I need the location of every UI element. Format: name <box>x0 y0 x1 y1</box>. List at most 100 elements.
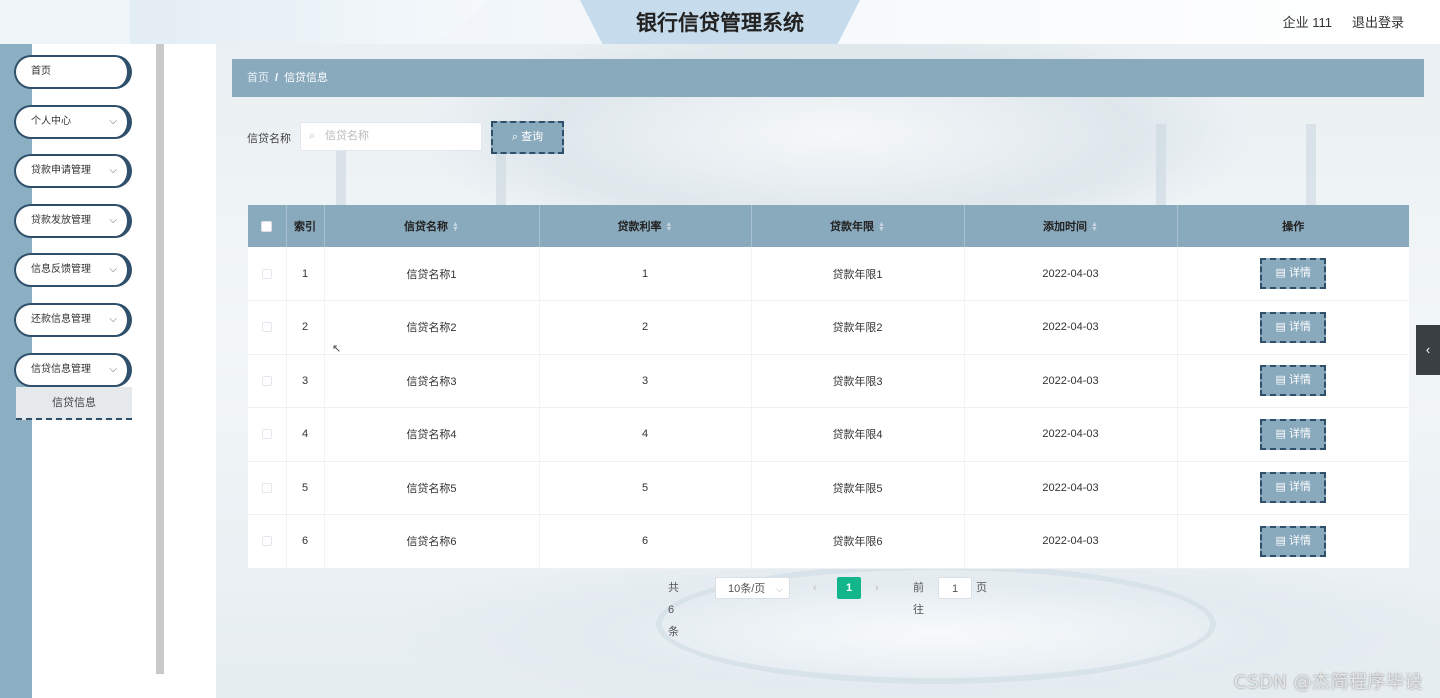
select-all-checkbox[interactable] <box>248 205 287 247</box>
cell-index: 2 <box>286 300 325 355</box>
cell-name: 信贷名称4 <box>324 407 540 462</box>
chevron-down-icon: ⌵ <box>776 584 783 594</box>
search-icon: ⌕ <box>511 131 519 143</box>
mouse-cursor-icon: ↖ <box>332 343 342 355</box>
detail-button[interactable]: ▤ 详情 <box>1260 258 1327 289</box>
pagination-total: 共 6 条 <box>668 582 679 638</box>
sidebar-item-credit-info[interactable]: 信贷信息管理 ⌵ <box>14 352 132 387</box>
sidebar-item-feedback[interactable]: 信息反馈管理 ⌵ <box>14 253 132 288</box>
sidebar-item-loan-application[interactable]: 贷款申请管理 ⌵ <box>14 154 132 189</box>
chevron-down-icon: ⌵ <box>109 214 117 226</box>
detail-button-label: 详情 <box>1288 374 1311 387</box>
column-header-label: 贷款利率 <box>617 221 662 233</box>
cell-term: 贷款年限2 <box>751 300 965 355</box>
sidebar-item-loan-disbursement[interactable]: 贷款发放管理 ⌵ <box>14 203 132 238</box>
column-header-name[interactable]: 信贷名称 ▲ ▼ <box>324 205 540 247</box>
sidebar-menu: 首页 个人中心 ⌵ 贷款申请管理 ⌵ 贷款发放管理 ⌵ 信息反馈管理 ⌵ 还款信… <box>14 55 132 402</box>
cell-actions: ▤ 详情 <box>1177 300 1409 355</box>
collapse-panel-button[interactable]: ‹ <box>1416 325 1440 375</box>
credit-table: 索引 信贷名称 ▲ ▼ 贷款利率 ▲ ▼ 贷款年限 ▲ ▼ 添加时间 ▲ ▼ 操作 1 信贷名称… <box>248 205 1409 569</box>
detail-button[interactable]: ▤ 详情 <box>1260 418 1327 450</box>
cell-date: 2022-04-03 <box>964 300 1178 355</box>
cell-index: 1 <box>286 247 325 301</box>
cell-name: 信贷名称2 <box>324 300 540 355</box>
cell-date: 2022-04-03 <box>964 461 1178 515</box>
cell-rate: 5 <box>539 461 752 515</box>
row-checkbox[interactable] <box>248 461 287 515</box>
sort-icon[interactable]: ▲ ▼ <box>1091 221 1098 233</box>
logout-link[interactable]: 退出登录 <box>1352 12 1404 31</box>
document-icon: ▤ <box>1275 481 1286 494</box>
detail-button[interactable]: ▤ 详情 <box>1260 311 1327 343</box>
detail-button[interactable]: ▤ 详情 <box>1260 472 1327 504</box>
sidebar-subitem-credit-info[interactable]: 信贷信息 <box>16 387 132 420</box>
sidebar-item-home[interactable]: 首页 <box>14 55 132 89</box>
page-size-value: 10条/页 <box>728 583 766 595</box>
search-label: 信贷名称 <box>247 133 291 145</box>
column-header-actions: 操作 <box>1282 221 1305 233</box>
cell-index: 4 <box>286 407 325 462</box>
watermark: CSDN @杰简程序毕设 <box>1234 672 1424 693</box>
cell-index: 5 <box>286 461 325 515</box>
column-header-rate[interactable]: 贷款利率 ▲ ▼ <box>539 205 752 247</box>
table-row: 2 信贷名称2 2 贷款年限2 2022-04-03 ▤ 详情 <box>248 300 1409 355</box>
detail-button[interactable]: ▤ 详情 <box>1260 365 1327 397</box>
column-header-term[interactable]: 贷款年限 ▲ ▼ <box>751 205 965 247</box>
sort-icon[interactable]: ▲ ▼ <box>666 221 673 233</box>
cell-date: 2022-04-03 <box>964 247 1178 301</box>
cell-name: 信贷名称5 <box>324 461 540 515</box>
table-row: 3 信贷名称3 3 贷款年限3 2022-04-03 ▤ 详情 <box>248 354 1409 408</box>
detail-button[interactable]: ▤ 详情 <box>1260 525 1327 557</box>
sidebar-item-repayment[interactable]: 还款信息管理 ⌵ <box>14 302 132 337</box>
table-row: 5 信贷名称5 5 贷款年限5 2022-04-03 ▤ 详情 <box>248 461 1409 515</box>
row-checkbox[interactable] <box>248 300 287 355</box>
cell-rate: 1 <box>539 247 752 301</box>
goto-page-input[interactable]: 1 <box>938 577 972 599</box>
next-page-button[interactable]: › <box>875 577 879 599</box>
cell-date: 2022-04-03 <box>964 514 1178 569</box>
search-input[interactable]: ⌕ 信贷名称 <box>300 122 482 151</box>
chevron-down-icon: ⌵ <box>109 115 117 127</box>
sort-icon[interactable]: ▲ ▼ <box>878 221 885 233</box>
breadcrumb-home[interactable]: 首页 <box>247 72 269 84</box>
detail-button-label: 详情 <box>1288 267 1311 279</box>
current-page[interactable]: 1 <box>837 577 861 599</box>
page-size-select[interactable]: 10条/页 ⌵ <box>715 577 790 599</box>
breadcrumb-separator: / <box>275 72 279 84</box>
row-checkbox[interactable] <box>248 407 287 462</box>
table-header-row: 索引 信贷名称 ▲ ▼ 贷款利率 ▲ ▼ 贷款年限 ▲ ▼ 添加时间 ▲ ▼ 操作 <box>248 205 1409 247</box>
query-button-label: 查询 <box>521 131 544 143</box>
sidebar-item-label: 信贷信息管理 <box>31 363 91 375</box>
app-title: 银行信贷管理系统 <box>636 11 804 35</box>
cell-actions: ▤ 详情 <box>1177 514 1409 569</box>
detail-button-label: 详情 <box>1288 427 1311 440</box>
row-checkbox[interactable] <box>248 247 287 301</box>
row-checkbox[interactable] <box>248 354 287 408</box>
sort-icon[interactable]: ▲ ▼ <box>452 221 459 233</box>
cell-name: 信贷名称3 <box>324 354 540 408</box>
column-header-date[interactable]: 添加时间 ▲ ▼ <box>964 205 1178 247</box>
cell-actions: ▤ 详情 <box>1177 354 1409 408</box>
column-header-label: 添加时间 <box>1043 221 1088 233</box>
sidebar-item-label: 首页 <box>31 66 51 77</box>
breadcrumb-current: 信贷信息 <box>284 72 329 84</box>
query-button[interactable]: ⌕ 查询 <box>491 121 564 154</box>
column-header-label: 贷款年限 <box>830 221 875 233</box>
table-row: 1 信贷名称1 1 贷款年限1 2022-04-03 ▤ 详情 <box>248 247 1409 301</box>
document-icon: ▤ <box>1275 320 1286 333</box>
sidebar-item-label: 还款信息管理 <box>31 313 91 325</box>
current-user[interactable]: 企业 111 <box>1283 12 1332 31</box>
cell-date: 2022-04-03 <box>964 354 1178 408</box>
sidebar-item-profile[interactable]: 个人中心 ⌵ <box>14 104 132 139</box>
document-icon: ▤ <box>1275 427 1286 440</box>
row-checkbox[interactable] <box>248 514 287 569</box>
sidebar-scrollbar[interactable] <box>156 44 164 674</box>
cell-actions: ▤ 详情 <box>1177 461 1409 515</box>
search-icon: ⌕ <box>309 130 316 142</box>
chevron-left-icon: ‹ <box>1425 342 1431 357</box>
prev-page-button[interactable]: ‹ <box>813 577 817 599</box>
cell-term: 贷款年限1 <box>751 247 965 301</box>
cell-actions: ▤ 详情 <box>1177 407 1409 462</box>
cell-rate: 4 <box>539 407 752 462</box>
cell-name: 信贷名称1 <box>324 247 540 301</box>
